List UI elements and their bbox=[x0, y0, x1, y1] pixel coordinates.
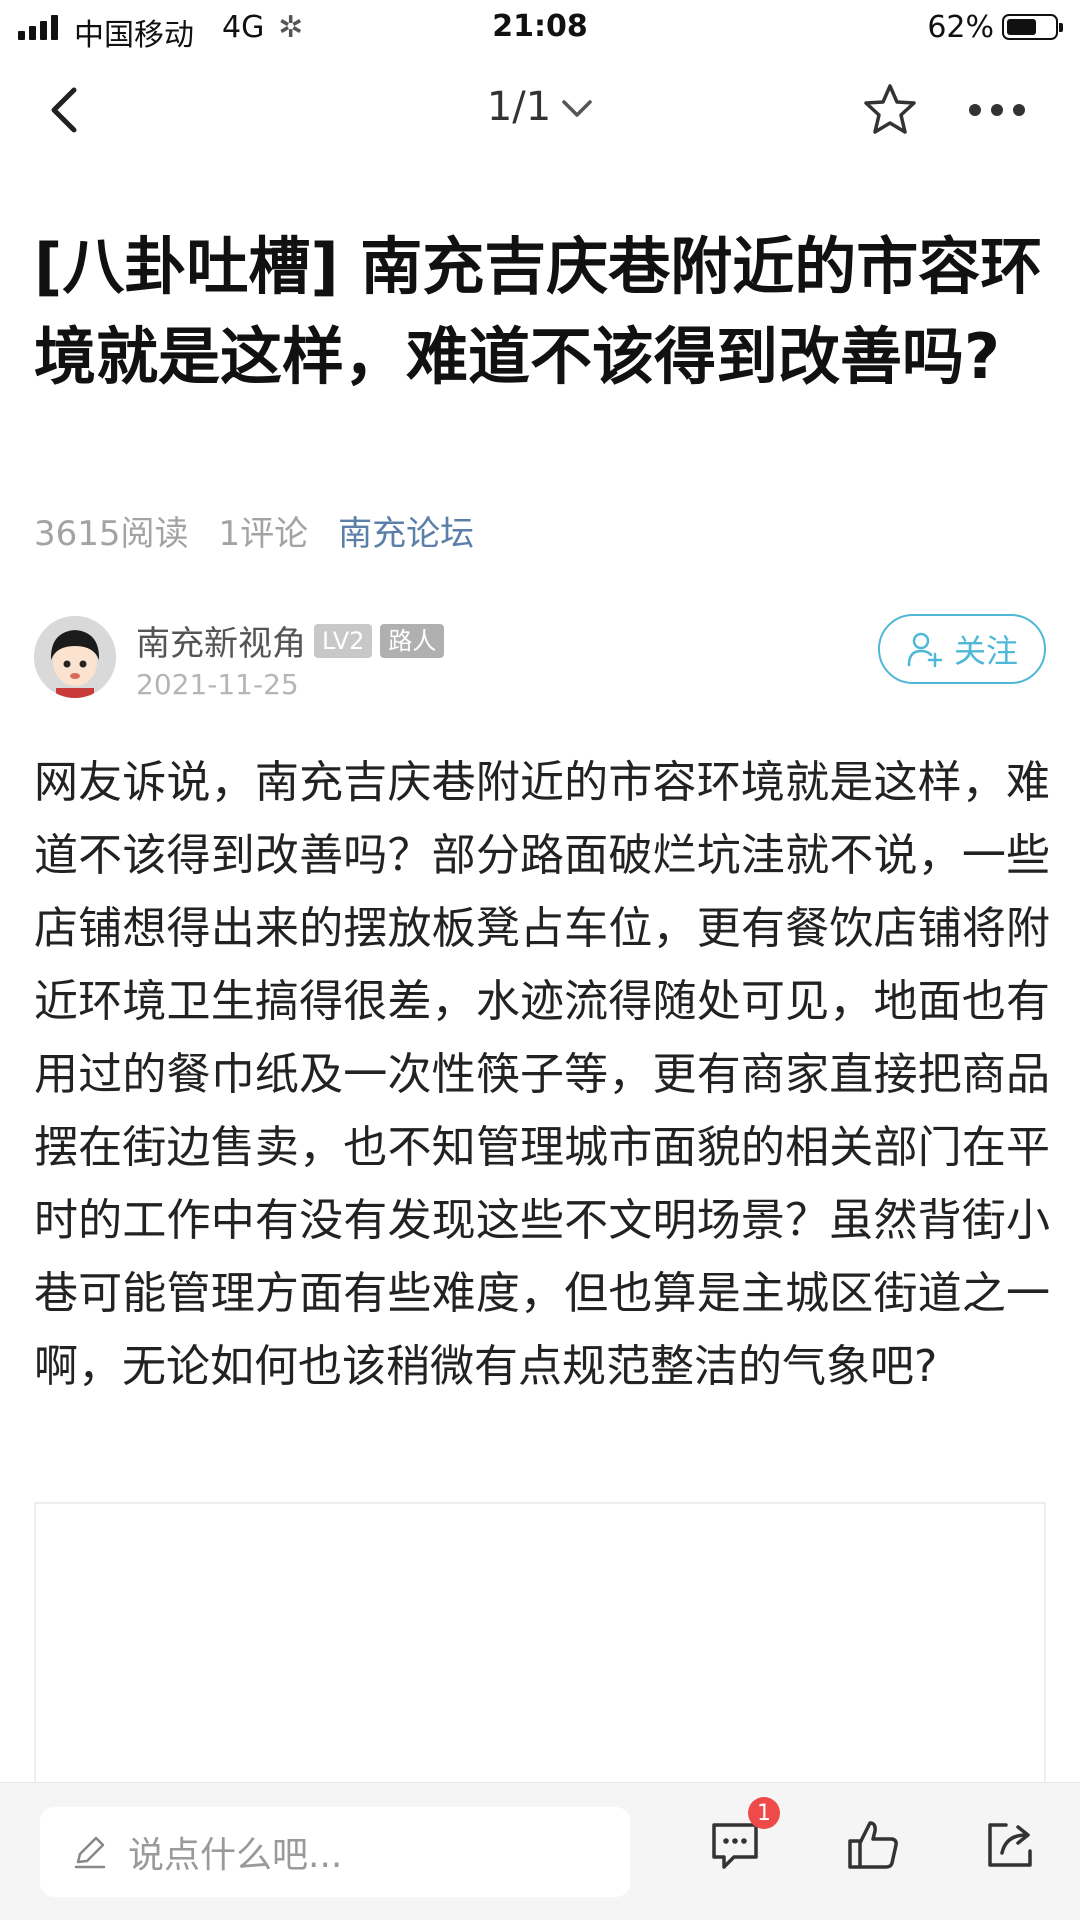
star-icon bbox=[864, 84, 916, 134]
status-time: 21:08 bbox=[492, 9, 588, 44]
status-bar: 中国移动 4G ✲ 21:08 62% bbox=[0, 0, 1080, 56]
add-user-icon bbox=[907, 632, 943, 668]
thumbs-up-icon bbox=[848, 1821, 898, 1869]
post-body: 网友诉说，南充吉庆巷附近的市容环境就是这样，难道不该得到改善吗？部分路面破烂坑洼… bbox=[34, 757, 1050, 1392]
share-button[interactable] bbox=[978, 1813, 1042, 1877]
battery-fill bbox=[1007, 19, 1036, 35]
avatar[interactable] bbox=[34, 616, 116, 698]
battery-icon bbox=[1002, 14, 1063, 40]
page-indicator-text: 1/1 bbox=[486, 84, 552, 130]
share-icon bbox=[988, 1823, 1032, 1867]
follow-label: 关注 bbox=[953, 632, 1018, 670]
post-date: 2021-11-25 bbox=[136, 668, 299, 701]
chevron-down-icon bbox=[562, 100, 592, 117]
read-count: 3615阅读 bbox=[34, 514, 189, 554]
navigation-bar: 1/1 bbox=[0, 56, 1080, 166]
comment-input[interactable]: 说点什么吧... bbox=[40, 1807, 630, 1897]
comment-placeholder: 说点什么吧... bbox=[128, 1835, 343, 1876]
post-meta: 3615阅读 1评论 南充论坛 bbox=[34, 506, 474, 555]
forum-link[interactable]: 南充论坛 bbox=[338, 506, 474, 555]
like-button[interactable] bbox=[842, 1813, 906, 1877]
author-info: 南充新视角 LV2 路人 bbox=[136, 616, 445, 665]
bottom-action-bar: 说点什么吧... 1 bbox=[0, 1782, 1080, 1920]
author-name[interactable]: 南充新视角 bbox=[136, 616, 306, 665]
battery-percent: 62% bbox=[927, 10, 994, 45]
follow-button[interactable]: 关注 bbox=[878, 614, 1046, 684]
more-dots-icon bbox=[969, 104, 1025, 116]
post-image[interactable] bbox=[34, 1502, 1046, 1782]
favorite-button[interactable] bbox=[860, 80, 920, 140]
comment-count-badge: 1 bbox=[748, 1797, 780, 1829]
pencil-icon bbox=[74, 1836, 106, 1869]
role-badge: 路人 bbox=[380, 623, 445, 658]
avatar-image bbox=[34, 616, 116, 698]
comment-count-text: 1评论 bbox=[218, 514, 309, 554]
more-options-button[interactable] bbox=[966, 90, 1028, 130]
level-badge: LV2 bbox=[314, 623, 373, 658]
post-title: [八卦吐槽] 南充吉庆巷附近的市容环境就是这样，难道不该得到改善吗? bbox=[34, 230, 1043, 393]
